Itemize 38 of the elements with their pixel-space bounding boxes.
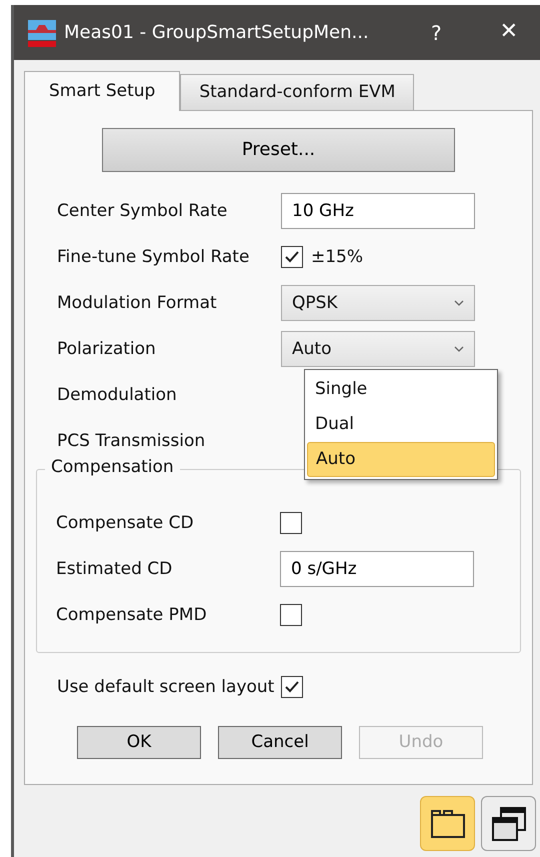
preset-button[interactable]: Preset... bbox=[102, 128, 455, 172]
windows-view-button[interactable] bbox=[481, 796, 536, 851]
field-label: Compensate PMD bbox=[55, 604, 208, 626]
checkbox[interactable] bbox=[281, 246, 303, 268]
check-icon bbox=[284, 249, 300, 265]
field-label: Demodulation bbox=[56, 384, 178, 406]
tab[interactable]: Smart Setup bbox=[24, 71, 180, 111]
tab[interactable]: Standard-conform EVM bbox=[180, 74, 414, 110]
field-label: Use default screen layout bbox=[56, 676, 276, 698]
checkbox-label: ±15% bbox=[311, 246, 364, 268]
checkbox[interactable] bbox=[280, 604, 302, 626]
field-label: Polarization bbox=[56, 338, 157, 360]
dialog-button[interactable]: OK bbox=[77, 726, 201, 759]
dropdown-option[interactable]: Auto bbox=[307, 442, 495, 477]
chevron-icon bbox=[454, 300, 464, 306]
help-button[interactable]: ? bbox=[430, 20, 442, 44]
field-label: Compensate CD bbox=[55, 512, 195, 534]
field-label: Fine-tune Symbol Rate bbox=[56, 246, 250, 268]
checkbox[interactable] bbox=[281, 676, 303, 698]
app-logo-icon bbox=[28, 18, 56, 48]
group-title: Compensation bbox=[45, 457, 180, 478]
field-label: PCS Transmission bbox=[56, 430, 206, 452]
check-icon bbox=[284, 679, 300, 695]
field-label: Center Symbol Rate bbox=[56, 200, 228, 222]
dropdown[interactable]: QPSK bbox=[281, 285, 475, 321]
folder-view-button[interactable] bbox=[420, 796, 475, 851]
field-label: Modulation Format bbox=[56, 292, 218, 314]
chevron-icon bbox=[454, 346, 464, 352]
dropdown-option[interactable]: Dual bbox=[307, 407, 495, 442]
checkbox[interactable] bbox=[280, 512, 302, 534]
dialog-button[interactable]: Cancel bbox=[218, 726, 342, 759]
window-title: Meas01 - GroupSmartSetupMen... bbox=[64, 22, 369, 44]
dropdown[interactable]: Auto bbox=[281, 331, 475, 367]
close-button[interactable]: ✕ bbox=[500, 19, 518, 46]
dropdown-option[interactable]: Single bbox=[307, 372, 495, 407]
input-field[interactable]: 10 GHz bbox=[281, 193, 475, 229]
field-label: Estimated CD bbox=[55, 558, 174, 580]
input-field[interactable]: 0 s/GHz bbox=[280, 551, 474, 587]
